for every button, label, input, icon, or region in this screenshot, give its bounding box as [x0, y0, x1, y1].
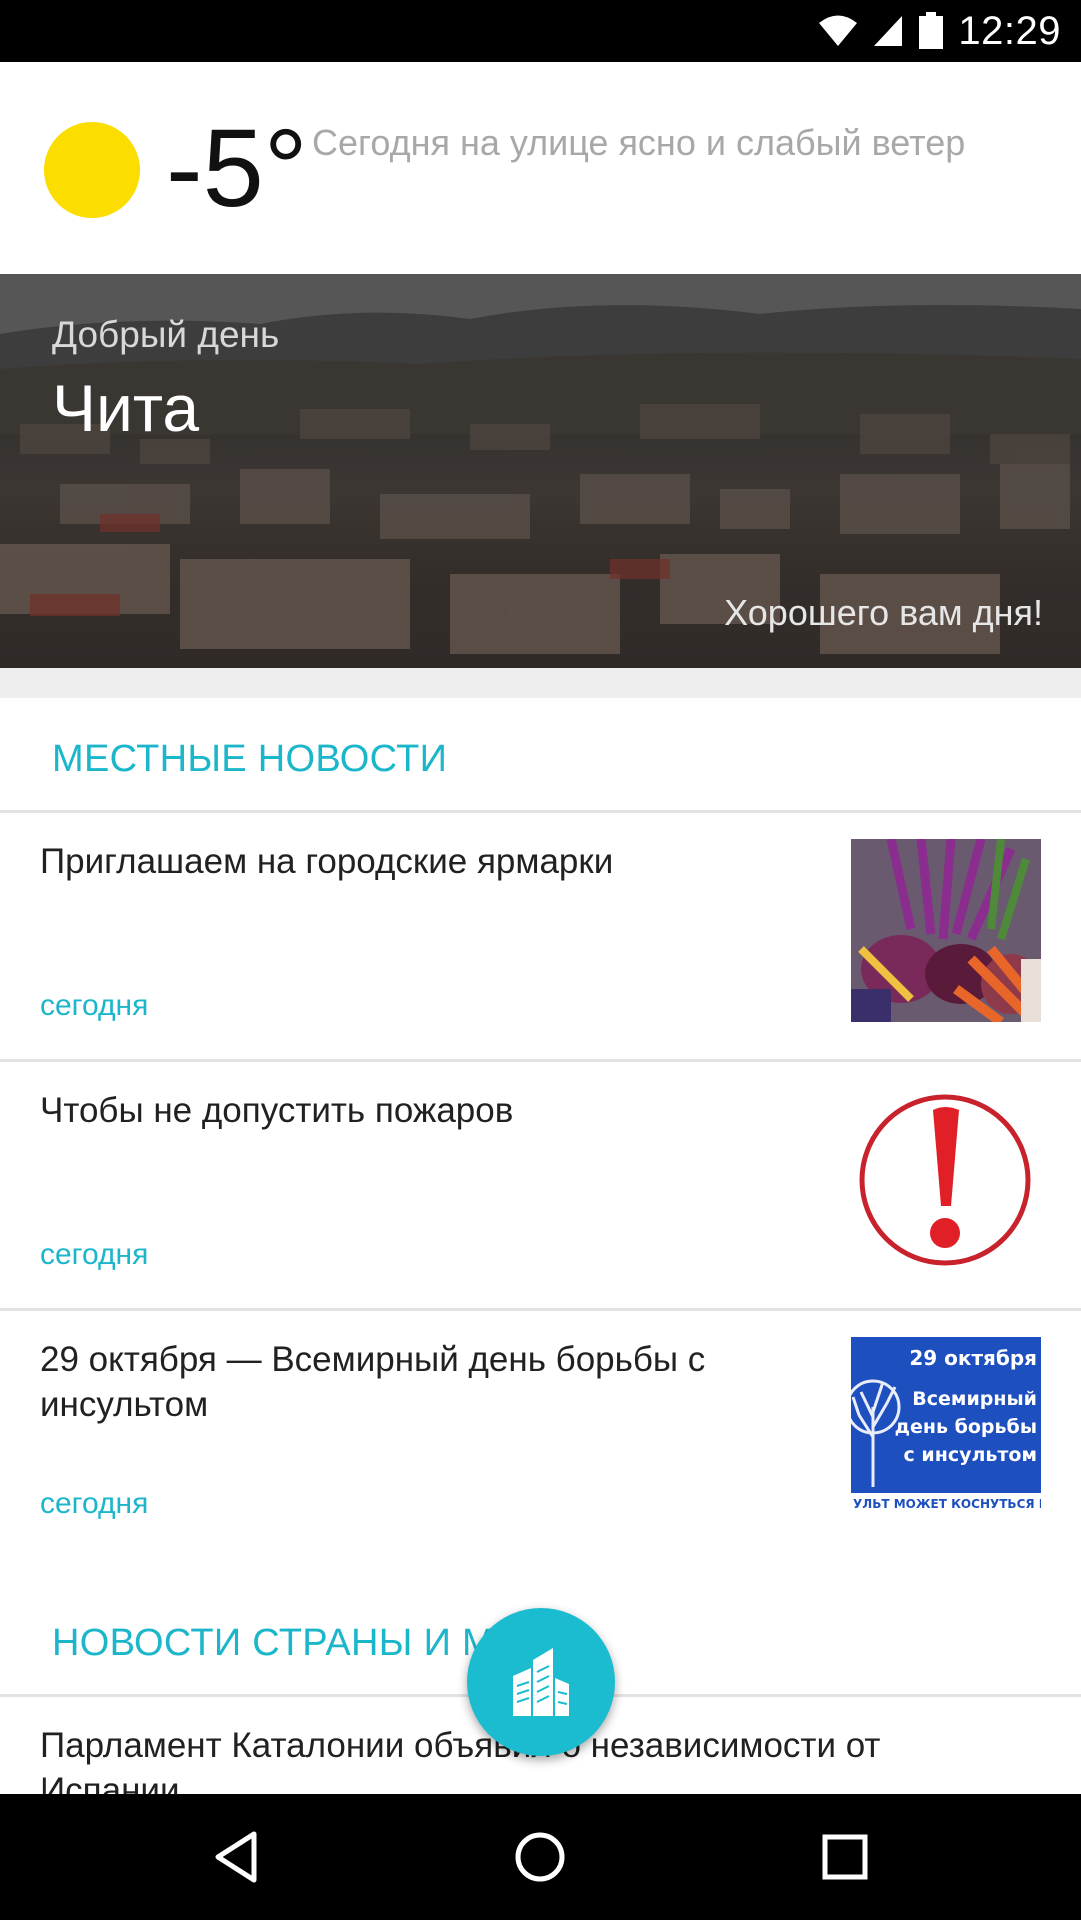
svg-text:день борьбы: день борьбы [895, 1416, 1037, 1438]
local-news-title: МЕСТНЫЕ НОВОСТИ [52, 738, 448, 780]
home-icon [515, 1832, 565, 1882]
news-title: 29 октября — Всемирный день борьбы с инс… [40, 1340, 706, 1424]
svg-text:с инсультом: с инсультом [904, 1444, 1038, 1466]
svg-text:29 октября: 29 октября [909, 1346, 1037, 1370]
temperature: -5° [166, 107, 308, 230]
wifi-icon [818, 14, 858, 48]
svg-text:Всемирный: Всемирный [912, 1388, 1037, 1410]
news-item[interactable]: 29 октября — Всемирный день борьбы с инс… [0, 1311, 1081, 1557]
battery-icon [918, 12, 944, 50]
weather-card[interactable]: -5° Сегодня на улице ясно и слабый ветер [0, 62, 1081, 274]
city-name: Чита [52, 371, 200, 445]
weather-description: Сегодня на улице ясно и слабый ветер [312, 122, 966, 163]
navigation-bar [0, 1794, 1081, 1920]
recents-button[interactable] [775, 1794, 915, 1920]
wish-text: Хорошего вам дня! [724, 592, 1043, 633]
cell-signal-icon [872, 14, 904, 48]
scroll-content[interactable]: -5° Сегодня на улице ясно и слабый ветер [0, 62, 1081, 1794]
news-title: Приглашаем на городские ярмарки [40, 842, 614, 881]
warning-image [851, 1088, 1041, 1271]
home-button[interactable] [470, 1794, 610, 1920]
news-title: Чтобы не допустить пожаров [40, 1091, 514, 1130]
greeting-text: Добрый день [52, 314, 280, 355]
app-screen: 12:29 -5° Сегодня на улице ясно и слабый… [0, 0, 1081, 1920]
news-date: сегодня [40, 989, 149, 1022]
city-banner[interactable]: Добрый день Чита Хорошего вам дня! [0, 274, 1081, 668]
back-button[interactable] [166, 1794, 306, 1920]
recents-icon [822, 1834, 868, 1880]
news-item[interactable]: Чтобы не допустить пожаров сегодня [0, 1062, 1081, 1308]
status-bar: 12:29 [0, 0, 1081, 62]
vegetables-image [851, 839, 1041, 1022]
stroke-day-image: 29 октября Всемирный день борьбы с инсул… [851, 1337, 1041, 1513]
sun-icon [44, 122, 140, 218]
svg-text:УЛЬТ МОЖЕТ КОСНУТЬСЯ КАЖД: УЛЬТ МОЖЕТ КОСНУТЬСЯ КАЖД [853, 1497, 1041, 1511]
back-icon [215, 1831, 257, 1883]
news-date: сегодня [40, 1238, 149, 1271]
city-buildings-icon [513, 1648, 569, 1716]
local-news-card: МЕСТНЫЕ НОВОСТИ Приглашаем на городские … [0, 698, 1081, 1614]
news-date: сегодня [40, 1487, 149, 1520]
city-fab-button[interactable] [467, 1608, 615, 1756]
status-time: 12:29 [958, 8, 1061, 53]
news-item[interactable]: Приглашаем на городские ярмарки сегодня [0, 813, 1081, 1059]
